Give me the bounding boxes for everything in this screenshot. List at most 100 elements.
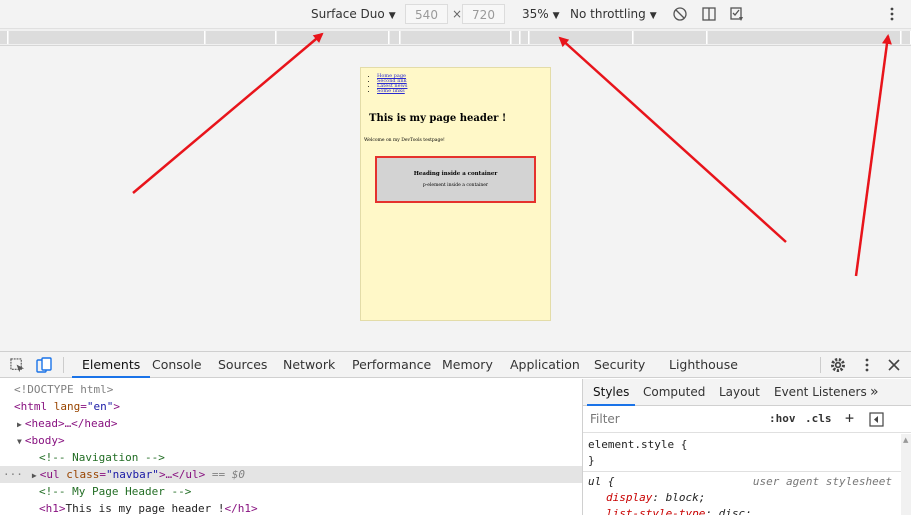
devtools-panel: Elements Console Sources Network Perform… [0, 351, 911, 515]
filter-input[interactable]: Filter [587, 410, 757, 429]
tab-layout[interactable]: Layout [719, 379, 760, 406]
width-input[interactable]: 540 [405, 4, 448, 24]
ruler-segment[interactable] [277, 31, 389, 44]
html-attr-value: "en" [86, 400, 114, 413]
more-options-icon[interactable] [859, 357, 875, 373]
more-options-icon[interactable] [884, 6, 900, 22]
tab-elements[interactable]: Elements [72, 352, 151, 378]
throttling-label: No throttling [570, 7, 646, 21]
rotate-icon[interactable] [672, 6, 688, 22]
ruler-segment[interactable] [9, 31, 205, 44]
caret-down-icon: ▼ [388, 11, 396, 21]
close-icon[interactable] [887, 358, 901, 372]
device-toggle-icon[interactable] [36, 357, 52, 373]
divider [583, 471, 902, 472]
sensors-icon[interactable] [729, 6, 745, 22]
scroll-up-icon[interactable]: ▲ [903, 436, 908, 444]
tab-event-listeners[interactable]: Event Listeners [774, 379, 867, 406]
html-tag-close: > [113, 400, 120, 413]
navbar: Home page Second link Latest news Some l… [377, 74, 407, 94]
nav-item[interactable]: Some links [377, 89, 407, 94]
dual-screen-icon[interactable] [701, 6, 717, 22]
devtools-window: Surface Duo ▼ 540 × 720 35% ▼ No throttlin… [0, 0, 911, 515]
ruler-segment[interactable] [401, 31, 511, 44]
nav-link[interactable]: Some links [377, 88, 405, 94]
html-attr: lang [53, 400, 81, 413]
ruler-segment[interactable] [634, 31, 707, 44]
welcome-text: Welcome on my DevTools testpage! [364, 138, 445, 143]
ruler-segment[interactable] [521, 31, 529, 44]
body-tag: <body> [24, 434, 65, 447]
zoom-select[interactable]: 35% ▼ [522, 0, 560, 29]
css-value: block; [665, 491, 706, 504]
more-tabs-icon[interactable]: » [870, 379, 879, 406]
ul-selector[interactable]: ul { [588, 474, 615, 490]
ul-tag-close: >…</ul> [158, 468, 206, 481]
device-select-label: Surface Duo [311, 7, 385, 21]
tab-performance[interactable]: Performance [352, 352, 431, 378]
comment-header: <!-- My Page Header --> [39, 485, 192, 498]
tab-memory[interactable]: Memory [442, 352, 493, 378]
tab-security[interactable]: Security [594, 352, 645, 378]
dom-node[interactable]: ▼ <body> [0, 432, 582, 449]
css-declaration[interactable]: list-style-type: disc; [588, 506, 752, 515]
container-box: Heading inside a container p-element ins… [375, 156, 536, 203]
dom-node[interactable]: ▶ <head>…</head> [0, 415, 582, 432]
toggle-sidebar-icon[interactable] [869, 412, 884, 427]
dom-node-selected[interactable]: ··· ▶ <ul class="navbar">…</ul> == $0 [0, 466, 582, 483]
css-declaration[interactable]: display: block; [588, 490, 705, 506]
page-header: This is my page header ! [369, 113, 507, 124]
h1-text: This is my page header ! [65, 502, 225, 515]
device-select[interactable]: Surface Duo ▼ [311, 0, 396, 29]
tab-application[interactable]: Application [510, 352, 580, 378]
collapse-triangle-icon[interactable]: ▼ [0, 437, 22, 446]
doctype-text: <!DOCTYPE html> [14, 383, 114, 396]
element-style-selector[interactable]: element.style { [588, 437, 687, 453]
tab-sources[interactable]: Sources [218, 352, 267, 378]
ruler-segment[interactable] [902, 31, 911, 44]
styles-scrollbar[interactable]: ▲ [901, 434, 911, 515]
cls-toggle[interactable]: .cls [805, 412, 832, 425]
inspect-element-icon[interactable] [10, 358, 25, 373]
container-text: p-element inside a container [422, 183, 489, 188]
styles-filter-row: Filter :hov .cls + [583, 406, 911, 433]
gear-icon[interactable] [830, 357, 846, 373]
zoom-label: 35% [522, 7, 549, 21]
dom-node[interactable]: <html lang="en"> [0, 398, 582, 415]
caret-down-icon: ▼ [552, 11, 560, 21]
ul-attr-value: "navbar" [105, 468, 159, 481]
css-property: list-style-type [606, 507, 706, 515]
user-agent-label: user agent stylesheet [752, 475, 892, 488]
head-tag: <head>…</head> [24, 417, 118, 430]
expand-triangle-icon[interactable]: ▶ [23, 471, 37, 480]
tab-lighthouse[interactable]: Lighthouse [669, 352, 738, 378]
viewport-area: Home page Second link Latest news Some l… [0, 46, 911, 351]
ellipsis-icon[interactable]: ··· [0, 468, 23, 481]
throttling-select[interactable]: No throttling ▼ [570, 0, 657, 29]
selected-marker: == $0 [205, 468, 246, 481]
emulated-page[interactable]: Home page Second link Latest news Some l… [360, 67, 551, 321]
tab-styles[interactable]: Styles [587, 379, 636, 406]
tab-computed[interactable]: Computed [643, 379, 705, 406]
dom-node[interactable]: <h1>This is my page header !</h1> [0, 500, 582, 515]
ul-attr: class [66, 468, 100, 481]
ruler-segment[interactable] [0, 31, 8, 44]
devtools-tabbar: Elements Console Sources Network Perform… [0, 352, 911, 378]
new-rule-icon[interactable]: + [845, 409, 854, 427]
divider [63, 357, 64, 373]
dom-node[interactable]: <!-- My Page Header --> [0, 483, 582, 500]
dom-node[interactable]: <!-- Navigation --> [0, 449, 582, 466]
ruler-segment[interactable] [390, 31, 400, 44]
ruler-segment[interactable] [708, 31, 901, 44]
tab-console[interactable]: Console [152, 352, 202, 378]
ruler-segment[interactable] [512, 31, 520, 44]
ruler-segment[interactable] [530, 31, 633, 44]
expand-triangle-icon[interactable]: ▶ [0, 420, 22, 429]
ruler-segment[interactable] [206, 31, 276, 44]
styles-tabbar: Styles Computed Layout Event Listeners » [583, 379, 911, 406]
height-input[interactable]: 720 [462, 4, 505, 24]
dom-node[interactable]: <!DOCTYPE html> [0, 381, 582, 398]
tab-network[interactable]: Network [283, 352, 335, 378]
hov-toggle[interactable]: :hov [769, 412, 796, 425]
dom-tree: <!DOCTYPE html> <html lang="en"> ▶ <head>… [0, 379, 582, 515]
